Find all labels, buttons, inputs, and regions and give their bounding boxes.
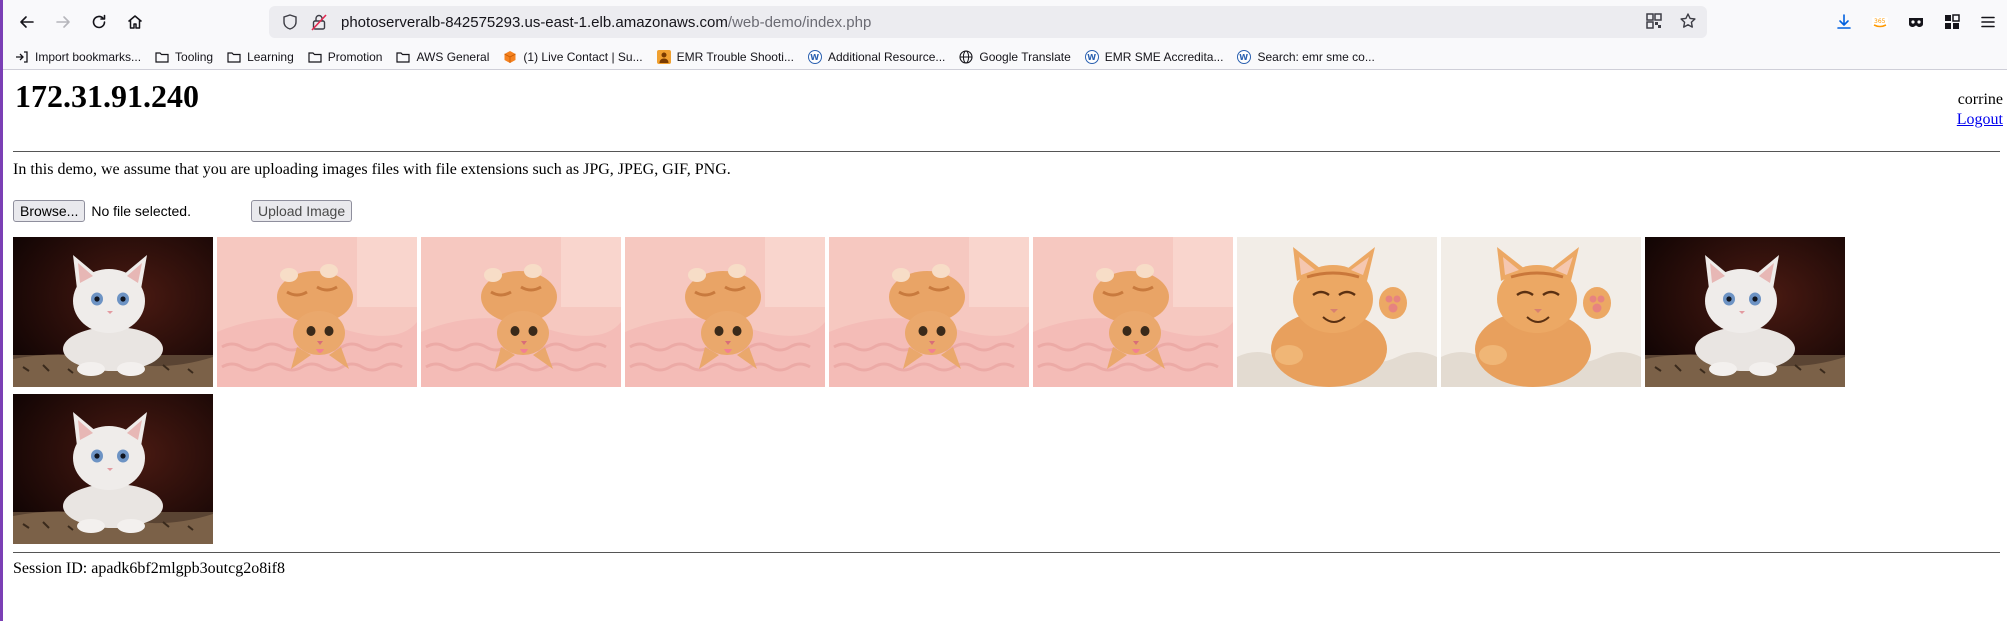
home-icon [128,15,142,29]
intro-text: In this demo, we assume that you are upl… [13,161,731,178]
menu-button[interactable] [1977,11,1999,33]
bookmark-label: EMR SME Accredita... [1104,49,1224,64]
cube-icon [503,50,517,64]
extensions-grid-icon [1945,14,1960,29]
bookmark-label: EMR Trouble Shooti... [676,49,794,64]
bookmark-label: Promotion [327,49,383,64]
divider [13,552,2000,553]
hamburger-menu-icon [1981,16,1995,28]
gallery-image-pink-blanket-kitten [421,237,621,387]
upload-form: Browse... No file selected. Upload Image [13,200,353,222]
file-status: No file selected. [91,203,191,219]
user-box: corrine Logout [1957,90,2003,130]
upload-image-button[interactable]: Upload Image [250,200,353,222]
gallery-image-pink-blanket-kitten [1033,237,1233,387]
url-bar[interactable]: photoserveralb-842575293.us-east-1.elb.a… [269,6,1707,38]
gallery-image-smiling-orange-kitten [1441,237,1641,387]
bookmark-label: Additional Resource... [827,49,946,64]
page-content: 172.31.91.240 corrine Logout In this dem… [10,70,2003,621]
bookmark-google-translate[interactable]: Google Translate [959,49,1071,64]
bookmark-emr-sme-accreditation[interactable]: W EMR SME Accredita... [1084,49,1224,64]
reload-icon [92,14,106,29]
qr-code-icon[interactable] [1645,12,1663,30]
browser-toolbar: photoserveralb-842575293.us-east-1.elb.a… [3,0,2007,44]
url-text[interactable]: photoserveralb-842575293.us-east-1.elb.a… [341,14,871,31]
gallery-image-smiling-orange-kitten [1237,237,1437,387]
shield-icon[interactable] [281,13,299,31]
bookmark-label: Import bookmarks... [35,49,142,64]
back-button[interactable] [9,4,45,40]
forward-button[interactable] [45,4,81,40]
containers-button[interactable] [1905,11,1927,33]
gallery-image-white-kitten [13,237,213,387]
downloads-button[interactable] [1833,11,1855,33]
gallery-image-pink-blanket-kitten [829,237,1029,387]
browse-button[interactable]: Browse... [13,200,86,222]
folder-icon [155,50,169,64]
svg-text:365: 365 [1874,18,1886,25]
person-icon [656,49,671,64]
bookmark-label: Tooling [175,49,214,64]
amazon-extension-icon: 365 [1872,17,1888,28]
svg-text:W: W [810,53,819,62]
divider [13,151,2000,152]
extension-button[interactable]: 365 [1869,11,1891,33]
globe-icon [959,49,973,64]
bookmark-import[interactable]: Import bookmarks... [15,50,141,64]
wiki-icon: W [807,49,822,64]
bookmark-additional-resources[interactable]: W Additional Resource... [807,49,946,64]
bookmark-label: Learning [247,49,294,64]
gallery-image-white-kitten [1645,237,1845,387]
bookmark-label: Search: emr sme co... [1257,49,1375,64]
wiki-icon: W [1237,49,1252,64]
import-icon [15,50,29,64]
bookmark-folder-tooling[interactable]: Tooling [155,50,213,64]
insecure-lock-icon[interactable] [311,13,327,31]
bookmarks-bar: Import bookmarks... Tooling Learning Pro… [3,44,2007,70]
folder-icon [308,50,322,64]
username: corrine [1957,91,2003,108]
folder-icon [396,50,411,64]
session-id: Session ID: apadk6bf2mlgpb3outcg2o8if8 [13,560,285,577]
bookmark-label: AWS General [416,49,490,64]
svg-text:W: W [1087,53,1096,62]
extensions-button[interactable] [1941,11,1963,33]
logout-link[interactable]: Logout [1957,110,2003,130]
home-button[interactable] [117,4,153,40]
bookmark-live-contact[interactable]: (1) Live Contact | Su... [503,49,643,64]
reload-button[interactable] [81,4,117,40]
wiki-icon: W [1084,49,1099,64]
bookmark-label: (1) Live Contact | Su... [523,49,643,64]
svg-text:W: W [1240,53,1249,62]
download-icon [1837,14,1851,29]
folder-icon [227,50,241,64]
bookmark-search-emr-sme[interactable]: W Search: emr sme co... [1237,49,1375,64]
bookmark-label: Google Translate [979,49,1071,64]
bookmark-folder-learning[interactable]: Learning [227,50,294,64]
url-host: photoserveralb-842575293.us-east-1.elb.a… [341,13,728,31]
gallery-image-white-kitten [13,394,213,544]
bookmark-star-icon[interactable] [1679,12,1697,30]
bookmark-folder-aws-general[interactable]: AWS General [396,50,489,64]
forward-arrow-icon [56,16,70,28]
gallery-image-pink-blanket-kitten [625,237,825,387]
bookmark-emr-troubleshooting[interactable]: EMR Trouble Shooti... [656,49,794,64]
back-arrow-icon [20,16,34,28]
gallery-image-pink-blanket-kitten [217,237,417,387]
mask-icon [1909,18,1923,27]
bookmark-folder-promotion[interactable]: Promotion [308,49,383,64]
page-title: 172.31.91.240 [15,78,199,114]
url-path: /web-demo/index.php [727,13,872,31]
